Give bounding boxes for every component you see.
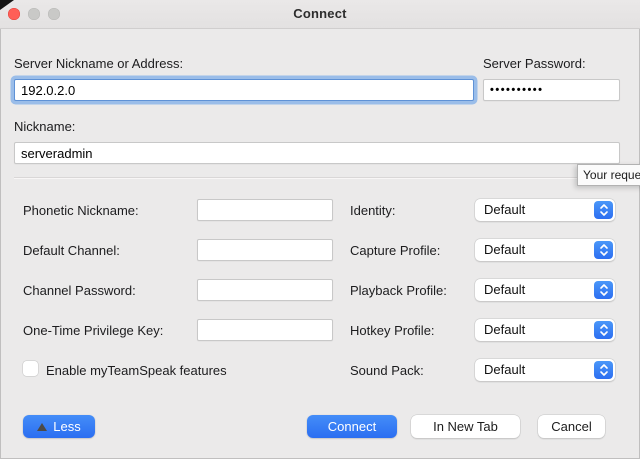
server-address-input[interactable] [14, 79, 474, 101]
identity-label: Identity: [350, 203, 396, 218]
cancel-button[interactable]: Cancel [538, 415, 605, 438]
identity-select[interactable]: Default [475, 199, 615, 221]
hotkey-profile-select[interactable]: Default [475, 319, 615, 341]
less-button[interactable]: Less [23, 415, 95, 438]
channel-password-label: Channel Password: [23, 283, 136, 298]
sound-pack-label: Sound Pack: [350, 363, 424, 378]
hotkey-profile-select-value: Default [484, 319, 525, 341]
connect-dialog: Connect Server Nickname or Address: Serv… [0, 0, 640, 459]
nickname-input[interactable] [14, 142, 620, 164]
hotkey-profile-label: Hotkey Profile: [350, 323, 435, 338]
capture-profile-label: Capture Profile: [350, 243, 440, 258]
chevron-up-down-icon [594, 321, 613, 339]
server-password-input[interactable] [483, 79, 620, 101]
privilege-key-input[interactable] [197, 319, 333, 341]
server-address-label: Server Nickname or Address: [14, 56, 183, 71]
privilege-key-label: One-Time Privilege Key: [23, 323, 163, 338]
playback-profile-select-value: Default [484, 279, 525, 301]
zoom-button [48, 8, 60, 20]
phonetic-nickname-label: Phonetic Nickname: [23, 203, 139, 218]
sound-pack-select-value: Default [484, 359, 525, 381]
nickname-label: Nickname: [14, 119, 75, 134]
titlebar: Connect [0, 0, 640, 29]
chevron-up-down-icon [594, 281, 613, 299]
myteamspeak-checkbox[interactable] [23, 361, 38, 376]
capture-profile-select-value: Default [484, 239, 525, 261]
close-button[interactable] [8, 8, 20, 20]
collapse-triangle-icon [37, 423, 47, 431]
less-button-label: Less [53, 415, 80, 438]
channel-password-input[interactable] [197, 279, 333, 301]
window-title: Connect [0, 0, 640, 28]
in-new-tab-button[interactable]: In New Tab [411, 415, 520, 438]
playback-profile-label: Playback Profile: [350, 283, 447, 298]
default-channel-label: Default Channel: [23, 243, 120, 258]
minimize-button [28, 8, 40, 20]
sound-pack-select[interactable]: Default [475, 359, 615, 381]
chevron-up-down-icon [594, 241, 613, 259]
chevron-up-down-icon [594, 201, 613, 219]
capture-profile-select[interactable]: Default [475, 239, 615, 261]
server-password-label: Server Password: [483, 56, 586, 71]
chevron-up-down-icon [594, 361, 613, 379]
phonetic-nickname-input[interactable] [197, 199, 333, 221]
identity-select-value: Default [484, 199, 525, 221]
myteamspeak-checkbox-label: Enable myTeamSpeak features [46, 363, 227, 378]
playback-profile-select[interactable]: Default [475, 279, 615, 301]
tooltip: Your reque [577, 164, 640, 186]
default-channel-input[interactable] [197, 239, 333, 261]
section-separator [14, 177, 626, 179]
connect-button[interactable]: Connect [307, 415, 397, 438]
